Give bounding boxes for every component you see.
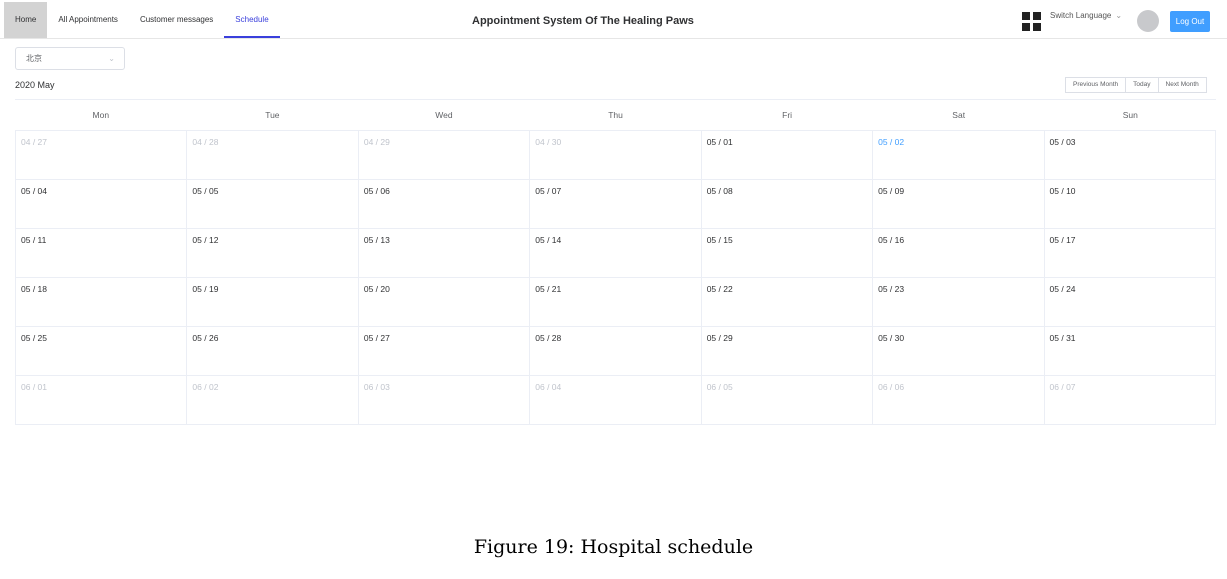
calendar-week-row: 05 / 11 05 / 12 05 / 13 05 / 14 05 / 15 05 / …	[16, 229, 1216, 278]
calendar-title: 2020 May	[15, 80, 55, 90]
top-navbar: Home All Appointments Customer messages …	[0, 0, 1227, 39]
today-button[interactable]: Today	[1125, 77, 1159, 93]
calendar-day-cell[interactable]: 05 / 07	[530, 180, 702, 229]
figure-caption: Figure 19: Hospital schedule	[473, 536, 754, 558]
calendar-day-cell[interactable]: 05 / 16	[873, 229, 1045, 278]
avatar[interactable]	[1137, 10, 1159, 32]
calendar-day-cell[interactable]: 05 / 04	[16, 180, 188, 229]
app-title: Appointment System Of The Healing Paws	[472, 15, 694, 27]
switch-language-dropdown[interactable]: Switch Language ⌄	[1050, 11, 1122, 20]
calendar-day-cell[interactable]: 05 / 27	[358, 327, 531, 376]
calendar-week-row: 05 / 04 05 / 05 05 / 06 05 / 07 05 / 08 05 / …	[16, 180, 1216, 229]
calendar-day-cell[interactable]: 05 / 05	[187, 180, 359, 229]
calendar-day-cell[interactable]: 05 / 24	[1044, 278, 1216, 327]
weekday-label: Sun	[1122, 110, 1138, 120]
calendar-day-cell[interactable]: 06 / 05	[701, 376, 874, 425]
calendar-grid: 04 / 27 04 / 28 04 / 29 04 / 30 05 / 01 05 / …	[15, 130, 1216, 425]
calendar-day-cell[interactable]: 05 / 06	[358, 180, 531, 229]
calendar-day-cell[interactable]: 05 / 02	[873, 131, 1045, 180]
calendar-day-cell[interactable]: 06 / 07	[1044, 376, 1216, 425]
calendar-week-row: 05 / 25 05 / 26 05 / 27 05 / 28 05 / 29 05 / …	[16, 327, 1216, 376]
weekday-label: Thu	[608, 110, 623, 120]
calendar-day-cell[interactable]: 05 / 15	[701, 229, 874, 278]
calendar-day-cell[interactable]: 05 / 03	[1044, 131, 1216, 180]
calendar-day-cell[interactable]: 05 / 29	[701, 327, 874, 376]
calendar-week-row: 05 / 18 05 / 19 05 / 20 05 / 21 05 / 22 05 / …	[16, 278, 1216, 327]
weekday-label: Mon	[92, 110, 110, 120]
calendar-day-cell[interactable]: 05 / 28	[530, 327, 702, 376]
main-nav: Home All Appointments Customer messages …	[4, 2, 280, 38]
tab-schedule[interactable]: Schedule	[224, 2, 280, 38]
calendar-day-cell[interactable]: 05 / 21	[530, 278, 702, 327]
calendar-day-cell[interactable]: 06 / 01	[16, 376, 188, 425]
weekday-label: Sat	[952, 110, 966, 120]
calendar-week-row: 04 / 27 04 / 28 04 / 29 04 / 30 05 / 01 05 / …	[16, 131, 1216, 180]
calendar-day-cell[interactable]: 04 / 28	[187, 131, 359, 180]
calendar-day-cell[interactable]: 04 / 30	[530, 131, 702, 180]
calendar-day-cell[interactable]: 04 / 27	[16, 131, 188, 180]
chevron-down-icon: ⌄	[108, 54, 115, 63]
calendar-day-cell[interactable]: 05 / 25	[16, 327, 188, 376]
calendar-day-cell[interactable]: 05 / 30	[873, 327, 1045, 376]
switch-language-label: Switch Language	[1050, 11, 1112, 20]
calendar-day-cell[interactable]: 05 / 18	[16, 278, 188, 327]
calendar-day-cell[interactable]: 05 / 13	[358, 229, 531, 278]
calendar-day-cell[interactable]: 06 / 04	[530, 376, 702, 425]
calendar-day-cell[interactable]: 05 / 08	[701, 180, 874, 229]
chevron-down-icon: ⌄	[1115, 11, 1123, 20]
calendar-day-cell[interactable]: 05 / 10	[1044, 180, 1216, 229]
calendar-day-cell[interactable]: 05 / 09	[873, 180, 1045, 229]
calendar-day-cell[interactable]: 05 / 12	[187, 229, 359, 278]
calendar-day-cell[interactable]: 05 / 01	[701, 131, 874, 180]
calendar-week-row: 06 / 01 06 / 02 06 / 03 06 / 04 06 / 05 06 / …	[16, 376, 1216, 425]
weekday-label: Fri	[782, 110, 793, 120]
weekday-label: Wed	[435, 110, 453, 120]
calendar-day-cell[interactable]: 05 / 11	[16, 229, 188, 278]
city-select[interactable]: 北京 ⌄	[15, 47, 125, 70]
next-month-button[interactable]: Next Month	[1157, 77, 1207, 93]
calendar-day-cell[interactable]: 04 / 29	[358, 131, 531, 180]
calendar-day-cell[interactable]: 06 / 03	[358, 376, 531, 425]
month-button-group: Previous Month Today Next Month	[1065, 77, 1207, 93]
previous-month-button[interactable]: Previous Month	[1065, 77, 1127, 93]
tab-customer-messages[interactable]: Customer messages	[129, 2, 224, 38]
weekday-header: Mon Tue Wed Thu Fri Sat Sun	[15, 110, 1216, 120]
city-select-value: 北京	[26, 54, 42, 63]
calendar-day-cell[interactable]: 05 / 14	[530, 229, 702, 278]
calendar-day-cell[interactable]: 05 / 22	[701, 278, 874, 327]
logout-button[interactable]: Log Out	[1170, 11, 1210, 32]
calendar-day-cell[interactable]: 05 / 23	[873, 278, 1045, 327]
weekday-label: Tue	[265, 110, 280, 120]
calendar-day-cell[interactable]: 05 / 19	[187, 278, 359, 327]
tab-all-appointments[interactable]: All Appointments	[47, 2, 129, 38]
calendar-day-cell[interactable]: 06 / 06	[873, 376, 1045, 425]
grid-apps-icon[interactable]	[1022, 12, 1042, 31]
calendar-day-cell[interactable]: 06 / 02	[187, 376, 359, 425]
calendar-day-cell[interactable]: 05 / 31	[1044, 327, 1216, 376]
tab-home[interactable]: Home	[4, 2, 48, 38]
calendar-day-cell[interactable]: 05 / 26	[187, 327, 359, 376]
calendar-divider	[15, 99, 1216, 100]
calendar-day-cell[interactable]: 05 / 17	[1044, 229, 1216, 278]
calendar-day-cell[interactable]: 05 / 20	[358, 278, 531, 327]
